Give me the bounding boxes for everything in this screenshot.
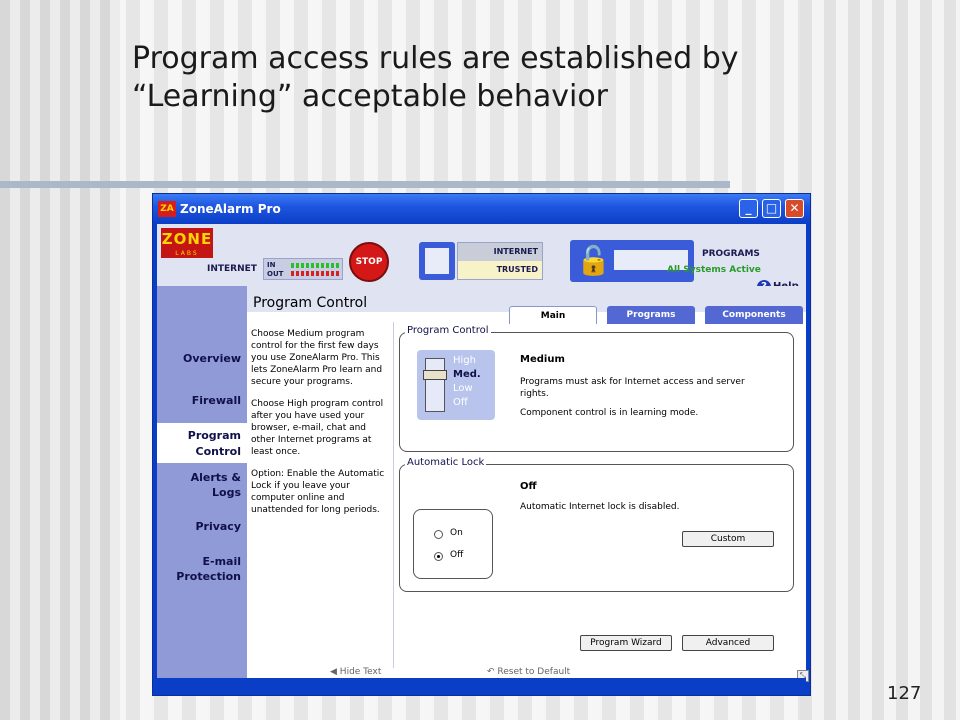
window-title: ZoneAlarm Pro [180,202,281,216]
reset-arrow-icon: ↶ [487,667,498,677]
app-logo-icon: ZA [158,201,176,217]
sidebar-item-email-protection[interactable]: E-mail Protection [157,554,247,584]
reset-to-default-label: Reset to Default [497,667,571,677]
description-text: Choose Medium program control for the fi… [251,328,391,526]
status-header: ZONE LABS INTERNET IN OUT STOP INTERNET … [157,224,806,294]
title-rule [0,181,730,188]
description-paragraph: Choose High program control after you ha… [251,399,384,457]
zone-labs-subtitle: LABS [161,250,213,258]
zone-internet-label: INTERNET [458,243,542,261]
slide-title: Program access rules are established by … [132,40,832,116]
zone-trusted-label: TRUSTED [458,261,542,279]
window-titlebar[interactable]: ZA ZoneAlarm Pro _ □ ✕ [153,194,810,224]
level-medium[interactable]: Med. [453,368,481,382]
sidebar-item-program-control[interactable]: Program Control [157,423,247,463]
meter-out-label: OUT [267,270,284,278]
slider-thumb[interactable] [423,370,447,380]
sidebar-item-label: Program Control [187,429,241,458]
slide-title-line-2: “Learning” acceptable behavior [132,79,609,114]
level-high[interactable]: High [453,354,476,368]
sidebar-item-privacy[interactable]: Privacy [157,520,247,534]
hide-text-label: Hide Text [339,667,382,677]
automatic-lock-group-label: Automatic Lock [405,457,487,468]
sidebar-item-alerts-logs[interactable]: Alerts & Logs [157,470,247,500]
incoming-traffic-bar [291,263,341,268]
lock-on-label[interactable]: On [450,528,463,538]
minimize-button[interactable]: _ [739,199,758,218]
lock-off-radio[interactable] [434,552,443,561]
network-panel[interactable] [419,242,455,280]
slide-background-left [0,0,120,720]
description-paragraph: Choose Medium program control for the fi… [251,329,383,387]
program-control-description: Programs must ask for Internet access an… [520,377,745,399]
automatic-lock-description: Automatic Internet lock is disabled. [520,502,680,512]
advanced-button[interactable]: Advanced [682,635,774,651]
traffic-meter: IN OUT [263,258,343,280]
tab-main[interactable]: Main [509,306,597,324]
sidebar-item-label: Alerts & Logs [190,471,241,499]
sidebar-item-firewall[interactable]: Firewall [157,394,247,408]
description-paragraph: Option: Enable the Automatic Lock if you… [251,469,385,515]
zonealarm-window: ZA ZoneAlarm Pro _ □ ✕ ZONE LABS INTERNE… [152,193,811,696]
lock-off-label[interactable]: Off [450,550,463,560]
programs-label: PROGRAMS [702,249,760,259]
window-bottom-strip [157,678,806,692]
tab-components[interactable]: Components [705,306,803,324]
automatic-lock-status-title: Off [520,481,537,492]
zone-indicator: INTERNET TRUSTED [457,242,543,280]
custom-button[interactable]: Custom [682,531,774,547]
sidebar: Overview Firewall Program Control Alerts… [157,286,247,678]
maximize-button[interactable]: □ [762,199,781,218]
slide-title-line-1: Program access rules are established by [132,41,739,76]
close-button[interactable]: ✕ [785,199,804,218]
slider-track [425,358,445,412]
sidebar-item-label: E-mail Protection [176,555,241,583]
tab-programs[interactable]: Programs [607,306,695,324]
level-low[interactable]: Low [453,382,473,396]
page-number: 127 [887,683,922,704]
padlock-icon: 🔓 [576,244,611,277]
network-icon [425,248,449,274]
internet-label: INTERNET [207,264,257,274]
hide-text-link[interactable]: ◀ Hide Text [330,667,381,677]
system-status: All Systems Active [667,265,761,275]
description-divider [393,322,394,668]
automatic-lock-options: On Off [413,509,493,579]
program-wizard-button[interactable]: Program Wizard [580,635,672,651]
hide-text-arrow-icon: ◀ [330,667,340,677]
program-control-group-label: Program Control [405,325,491,336]
outgoing-traffic-bar [291,271,341,276]
lock-on-radio[interactable] [434,530,443,539]
level-off[interactable]: Off [453,396,468,410]
security-level-slider[interactable]: High Med. Low Off [417,350,495,420]
program-control-level-title: Medium [520,354,565,365]
window-client: ZONE LABS INTERNET IN OUT STOP INTERNET … [157,224,809,682]
lock-panel[interactable]: 🔓 [570,240,694,282]
reset-to-default-link[interactable]: ↶ Reset to Default [487,667,570,677]
component-control-description: Component control is in learning mode. [520,408,699,418]
page-title: Program Control [253,295,368,311]
stop-button[interactable]: STOP [349,242,389,282]
meter-in-label: IN [267,261,276,269]
sidebar-item-overview[interactable]: Overview [157,352,247,366]
